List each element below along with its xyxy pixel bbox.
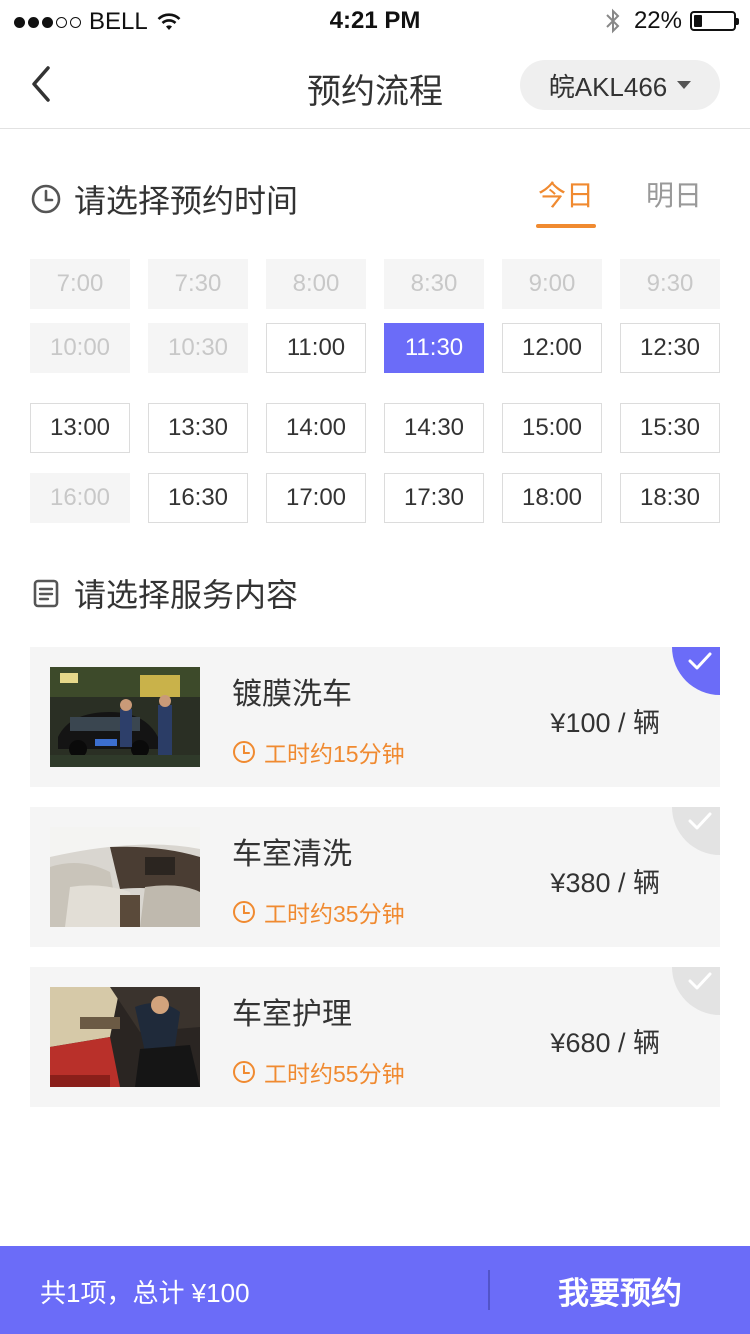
navigation-bar: 预约流程 皖AKL466 [0, 40, 750, 129]
service-card[interactable]: 镀膜洗车 工时约15分钟 ¥100 / 辆 [30, 647, 720, 787]
service-name: 镀膜洗车 [232, 678, 352, 711]
car-interior-care-photo [50, 987, 200, 1087]
time-slot[interactable]: 15:30 [620, 403, 720, 453]
time-slot[interactable]: 17:30 [384, 473, 484, 523]
day-tabs: 今日 明日 [535, 174, 702, 228]
time-slot: 10:30 [148, 323, 248, 373]
time-slot[interactable]: 18:30 [620, 473, 720, 523]
bluetooth-icon [606, 8, 620, 34]
service-name: 车室护理 [232, 998, 352, 1031]
time-slot[interactable]: 17:00 [266, 473, 366, 523]
service-price: ¥100 / 辆 [550, 708, 660, 738]
status-bar: BELL 4:21 PM 22% [0, 0, 750, 40]
duration-text: 工时约15分钟 [264, 741, 405, 767]
checkmark-icon [688, 652, 712, 670]
order-summary: 共1项，总计 ¥100 [40, 1278, 250, 1308]
plate-selector[interactable]: 皖AKL466 [520, 60, 720, 110]
car-interior-clean-photo [50, 827, 200, 927]
time-slot: 8:30 [384, 259, 484, 309]
service-section-title: 请选择服务内容 [74, 577, 299, 613]
time-slot: 10:00 [30, 323, 130, 373]
time-slot[interactable]: 14:00 [266, 403, 366, 453]
duration-text: 工时约55分钟 [264, 1061, 405, 1087]
time-slot[interactable]: 12:00 [502, 323, 602, 373]
time-slot[interactable]: 11:30 [384, 323, 484, 373]
select-checkbox[interactable] [672, 647, 720, 695]
caret-down-icon [677, 81, 692, 89]
document-list-icon [33, 579, 59, 608]
reserve-button[interactable]: 我要预约 [490, 1246, 750, 1334]
service-card[interactable]: 车室清洗 工时约35分钟 ¥380 / 辆 [30, 807, 720, 947]
time-slot: 9:30 [620, 259, 720, 309]
service-duration: 工时约55分钟 [232, 1055, 405, 1089]
time-slot[interactable]: 13:30 [148, 403, 248, 453]
clock-icon [31, 184, 61, 214]
time-slot[interactable]: 12:30 [620, 323, 720, 373]
plate-number: 皖AKL466 [548, 71, 668, 102]
time-slot[interactable]: 11:00 [266, 323, 366, 373]
battery-percent: 22% [633, 7, 682, 34]
duration-text: 工时约35分钟 [264, 901, 405, 927]
time-slot[interactable]: 15:00 [502, 403, 602, 453]
time-slot: 7:00 [30, 259, 130, 309]
time-section-title: 请选择预约时间 [74, 183, 299, 219]
checkmark-icon [688, 812, 712, 830]
battery-level [694, 15, 702, 27]
battery-icon [690, 11, 739, 31]
select-checkbox[interactable] [672, 807, 720, 855]
service-card[interactable]: 车室护理 工时约55分钟 ¥680 / 辆 [30, 967, 720, 1107]
time-slot[interactable]: 13:00 [30, 403, 130, 453]
service-price: ¥380 / 辆 [550, 868, 660, 898]
time-slot[interactable]: 18:00 [502, 473, 602, 523]
service-price: ¥680 / 辆 [550, 1028, 660, 1058]
time-slot: 16:00 [30, 473, 130, 523]
clock-icon [233, 901, 255, 923]
time-section-header: 请选择预约时间 [30, 176, 298, 222]
checkmark-icon [688, 972, 712, 990]
bottom-action-bar: 共1项，总计 ¥100 我要预约 [0, 1246, 750, 1334]
time-slot[interactable]: 16:30 [148, 473, 248, 523]
car-coating-wash-photo [50, 667, 200, 767]
select-checkbox[interactable] [672, 967, 720, 1015]
clock-icon [233, 741, 255, 763]
service-duration: 工时约15分钟 [232, 735, 405, 769]
tab-tomorrow[interactable]: 明日 [646, 174, 702, 224]
service-duration: 工时约35分钟 [232, 895, 405, 929]
tab-today[interactable]: 今日 [535, 174, 597, 228]
time-slot[interactable]: 14:30 [384, 403, 484, 453]
clock-icon [233, 1061, 255, 1083]
time-slot: 9:00 [502, 259, 602, 309]
status-right: 22% [604, 7, 739, 35]
time-slot: 7:30 [148, 259, 248, 309]
service-name: 车室清洗 [232, 838, 352, 871]
service-section-header: 请选择服务内容 [30, 570, 298, 616]
time-slot: 8:00 [266, 259, 366, 309]
